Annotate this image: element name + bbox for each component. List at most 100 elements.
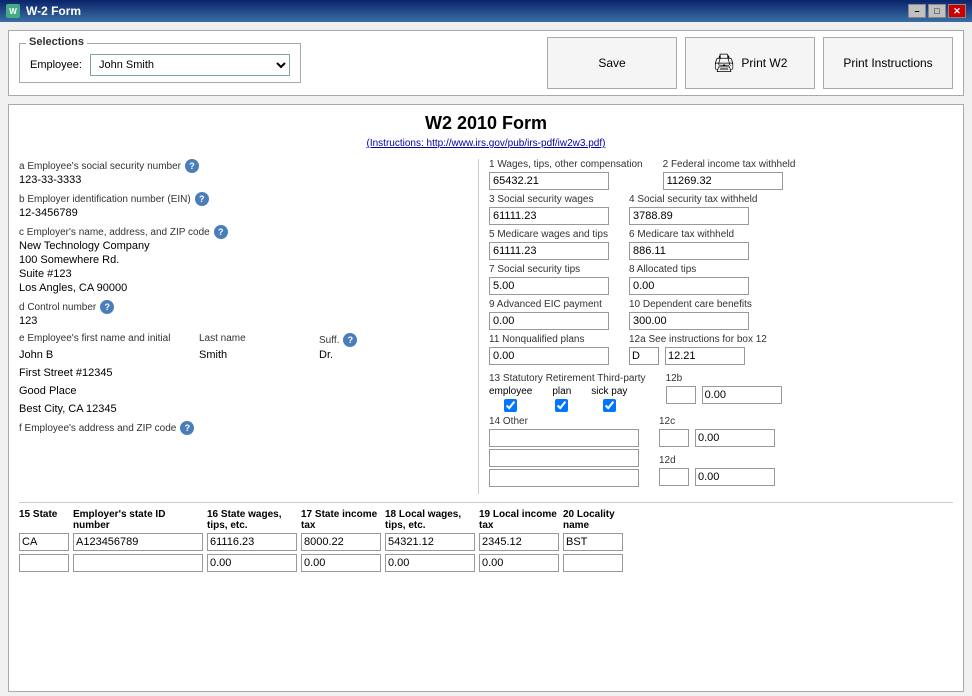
box9-field: 9 Advanced EIC payment — [489, 299, 609, 330]
print-w2-button[interactable]: 🖨 Print W2 — [685, 37, 815, 89]
box1-field: 1 Wages, tips, other compensation — [489, 159, 643, 190]
row2-id-input[interactable] — [73, 554, 203, 572]
box14-input2[interactable] — [489, 449, 639, 467]
print-instructions-label: Print Instructions — [843, 56, 932, 70]
box1-label: 1 Wages, tips, other compensation — [489, 159, 643, 170]
field-c-address: New Technology Company 100 Somewhere Rd.… — [19, 240, 468, 294]
bottom-table: 15 State Employer's state ID number 16 S… — [19, 502, 953, 572]
field-c-help[interactable]: ? — [214, 225, 228, 239]
box8-label: 8 Allocated tips — [629, 264, 749, 275]
box13-checkbox-employee: employee — [489, 386, 532, 412]
field-d-help[interactable]: ? — [100, 300, 114, 314]
field-d-label: d Control number — [19, 302, 96, 313]
box11-field: 11 Nonqualified plans — [489, 334, 609, 365]
box12b-letter-input[interactable] — [666, 386, 696, 404]
address-line1: First Street #12345 — [19, 367, 468, 379]
minimize-button[interactable]: – — [908, 4, 926, 18]
box3-input[interactable] — [489, 207, 609, 225]
field-e-suffix: Dr. — [319, 349, 333, 361]
box12d-letter-input[interactable] — [659, 468, 689, 486]
field-f-section: f Employee's address and ZIP code ? — [19, 421, 468, 435]
row2-tax17-input[interactable] — [301, 554, 381, 572]
box12d-value-input[interactable] — [695, 468, 775, 486]
row1-state-input[interactable] — [19, 533, 69, 551]
header-col18: 18 Local wages, tips, etc. — [385, 509, 475, 531]
box11-input[interactable] — [489, 347, 609, 365]
selections-group: Selections Employee: John Smith — [19, 43, 301, 83]
box4-input[interactable] — [629, 207, 749, 225]
field-c-line3: Suite #123 — [19, 268, 468, 280]
header-col-id: Employer's state ID number — [73, 509, 203, 531]
box13-plan-checkbox[interactable] — [555, 399, 568, 412]
box2-input[interactable] — [663, 172, 783, 190]
box10-field: 10 Dependent care benefits — [629, 299, 752, 330]
box4-label: 4 Social security tax withheld — [629, 194, 757, 205]
box12c-letter-input[interactable] — [659, 429, 689, 447]
window-body: Selections Employee: John Smith Save 🖨 P… — [0, 22, 972, 696]
address-line3: Best City, CA 12345 — [19, 403, 468, 415]
box13-sickpay-checkbox[interactable] — [603, 399, 616, 412]
box12a-letter-input[interactable] — [629, 347, 659, 365]
box12d-field: 12d — [659, 455, 775, 490]
save-label: Save — [598, 56, 625, 70]
field-c-line2: 100 Somewhere Rd. — [19, 254, 468, 266]
box9-input[interactable] — [489, 312, 609, 330]
box13-checkbox-sickpay: sick pay — [591, 386, 627, 412]
row1-tax19-input[interactable] — [479, 533, 559, 551]
field-c-line4: Los Angles, CA 90000 — [19, 282, 468, 294]
box12b-value-input[interactable] — [702, 386, 782, 404]
field-a-value: 123-33-3333 — [19, 174, 468, 186]
field-b-help[interactable]: ? — [195, 192, 209, 206]
row1-wages18-input[interactable] — [385, 533, 475, 551]
box12c-inputs — [659, 429, 775, 447]
title-bar: W W-2 Form – □ ✕ — [0, 0, 972, 22]
field-a-help[interactable]: ? — [185, 159, 199, 173]
box6-input[interactable] — [629, 242, 749, 260]
box12c-value-input[interactable] — [695, 429, 775, 447]
box8-input[interactable] — [629, 277, 749, 295]
row1-id-input[interactable] — [73, 533, 203, 551]
row2-state-input[interactable] — [19, 554, 69, 572]
row2-wages18-input[interactable] — [385, 554, 475, 572]
field-e-firstname: John B — [19, 349, 53, 361]
print-instructions-button[interactable]: Print Instructions — [823, 37, 953, 89]
close-button[interactable]: ✕ — [948, 4, 966, 18]
row2-wages16-input[interactable] — [207, 554, 297, 572]
field-f-label: f Employee's address and ZIP code — [19, 423, 176, 434]
maximize-button[interactable]: □ — [928, 4, 946, 18]
box2-label: 2 Federal income tax withheld — [663, 159, 796, 170]
box1-input[interactable] — [489, 172, 609, 190]
employee-select[interactable]: John Smith — [90, 54, 290, 76]
row1-tax17-input[interactable] — [301, 533, 381, 551]
bottom-table-headers: 15 State Employer's state ID number 16 S… — [19, 509, 953, 531]
box5-input[interactable] — [489, 242, 609, 260]
box7-8-row: 7 Social security tips 8 Allocated tips — [489, 264, 953, 295]
box12a-value-input[interactable] — [665, 347, 745, 365]
table-row — [19, 554, 953, 572]
box14-input1[interactable] — [489, 429, 639, 447]
save-button[interactable]: Save — [547, 37, 677, 89]
box13-label: 13 Statutory Retirement Third-party — [489, 373, 646, 384]
box7-input[interactable] — [489, 277, 609, 295]
field-e-section: e Employee's first name and initial Last… — [19, 333, 468, 361]
box14-12c-row: 14 Other 12c — [489, 416, 953, 490]
row2-tax19-input[interactable] — [479, 554, 559, 572]
row2-locality-input[interactable] — [563, 554, 623, 572]
row1-wages16-input[interactable] — [207, 533, 297, 551]
field-e-suff-help[interactable]: ? — [343, 333, 357, 347]
box13-employee-checkbox[interactable] — [504, 399, 517, 412]
box12c-label: 12c — [659, 416, 775, 427]
selections-panel: Selections Employee: John Smith Save 🖨 P… — [8, 30, 964, 96]
selections-label: Selections — [26, 36, 87, 48]
header-col15: 15 State — [19, 509, 69, 531]
form-instructions[interactable]: (Instructions: http://www.irs.gov/pub/ir… — [19, 138, 953, 149]
box14-input3[interactable] — [489, 469, 639, 487]
field-f-help[interactable]: ? — [180, 421, 194, 435]
box14-field: 14 Other — [489, 416, 639, 487]
field-b-value: 12-3456789 — [19, 207, 468, 219]
header-col19: 19 Local income tax — [479, 509, 559, 531]
box10-label: 10 Dependent care benefits — [629, 299, 752, 310]
row1-locality-input[interactable] — [563, 533, 623, 551]
box10-input[interactable] — [629, 312, 749, 330]
box6-label: 6 Medicare tax withheld — [629, 229, 749, 240]
